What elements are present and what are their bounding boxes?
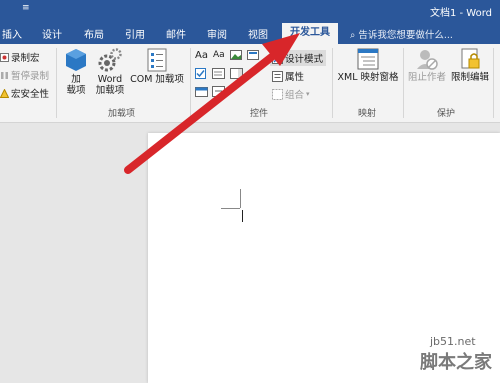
watermark-name: 脚本之家 (420, 352, 492, 373)
watermark-site: jb51.net (430, 335, 476, 348)
arrow-shaft (124, 48, 282, 174)
annotation-arrow (124, 33, 300, 174)
